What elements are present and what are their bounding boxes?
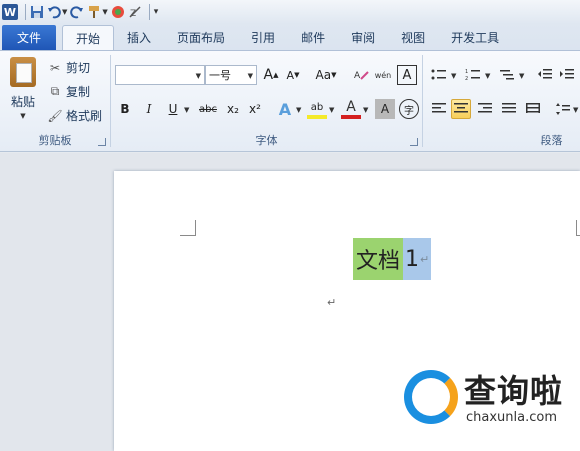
svg-text:Z: Z xyxy=(130,9,136,19)
ribbon-home: 粘贴 ▼ ✂ 剪切 ⧉ 复制 🖌 格式刷 剪贴板 ▼ 一号 ▼ A ▲ A ▼ Aa ▼… xyxy=(0,50,580,152)
tab-insert[interactable]: 插入 xyxy=(114,25,164,50)
highlighted-text[interactable]: 文档 xyxy=(353,238,404,280)
numbering-button[interactable]: 12 xyxy=(463,65,483,85)
font-color-button[interactable]: A xyxy=(341,99,361,119)
decrease-indent-button[interactable] xyxy=(535,65,555,85)
tab-view[interactable]: 视图 xyxy=(388,25,438,50)
clear-formatting-button[interactable]: A xyxy=(351,65,371,85)
align-center-button[interactable] xyxy=(451,99,471,119)
undo-icon[interactable]: ▼ xyxy=(47,2,67,22)
margin-corner-mark xyxy=(576,220,580,236)
customize-qat-icon[interactable]: ▾ xyxy=(154,2,159,22)
scissors-icon: ✂ xyxy=(49,60,61,75)
text-effect-button[interactable]: A xyxy=(275,99,295,119)
document-text[interactable]: 文档 1 ↵ xyxy=(353,238,432,280)
paste-icon xyxy=(10,57,36,87)
paste-button[interactable]: 粘贴 ▼ xyxy=(6,57,40,120)
chevron-down-icon[interactable]: ▼ xyxy=(329,106,334,114)
distributed-button[interactable] xyxy=(523,99,543,119)
change-case-button[interactable]: Aa ▼ xyxy=(313,65,339,85)
paragraph-mark: ↵ xyxy=(420,252,430,266)
tab-file[interactable]: 文件 xyxy=(2,25,56,50)
highlight-button[interactable]: ab xyxy=(307,99,327,119)
strikethrough-button[interactable]: abc xyxy=(195,99,221,119)
font-size-select[interactable]: 一号 ▼ xyxy=(205,65,257,85)
selected-text[interactable]: 1 ↵ xyxy=(403,238,432,280)
margin-corner-mark xyxy=(180,220,196,236)
quick-access-toolbar: W ▼ ▼ Z ▾ xyxy=(0,0,580,24)
subscript-button[interactable]: x₂ xyxy=(223,99,243,119)
justify-button[interactable] xyxy=(499,99,519,119)
increase-indent-button[interactable] xyxy=(557,65,577,85)
copy-button[interactable]: ⧉ 复制 xyxy=(48,83,90,100)
font-group-label: 字体 xyxy=(255,134,278,147)
word-app-icon[interactable]: W xyxy=(2,2,18,22)
clipboard-group: 粘贴 ▼ ✂ 剪切 ⧉ 复制 🖌 格式刷 剪贴板 xyxy=(0,51,110,151)
brush-icon: 🖌 xyxy=(47,108,63,123)
clipboard-launcher-icon[interactable] xyxy=(98,138,106,146)
copy-icon: ⧉ xyxy=(50,84,60,98)
svg-text:1: 1 xyxy=(465,69,468,75)
chevron-down-icon[interactable]: ▼ xyxy=(451,72,456,80)
tab-references[interactable]: 引用 xyxy=(238,25,288,50)
format-painter-button[interactable]: 🖌 格式刷 xyxy=(47,107,103,124)
color-icon[interactable] xyxy=(111,2,125,22)
character-border-button[interactable]: A xyxy=(397,65,417,85)
tab-developer[interactable]: 开发工具 xyxy=(438,25,512,50)
font-group: ▼ 一号 ▼ A ▲ A ▼ Aa ▼ A wén A B I U ▼ abc x₂ x… xyxy=(111,51,422,151)
redo-icon[interactable] xyxy=(70,2,84,22)
font-name-select[interactable]: ▼ xyxy=(115,65,205,85)
bold-button[interactable]: B xyxy=(115,99,135,119)
chevron-down-icon: ▼ xyxy=(195,72,201,80)
grow-font-button[interactable]: A ▲ xyxy=(261,65,281,85)
chevron-down-icon[interactable]: ▼ xyxy=(184,106,189,114)
copy-label: 复制 xyxy=(66,85,91,99)
clear-format-icon[interactable]: Z xyxy=(128,2,142,22)
cut-label: 剪切 xyxy=(66,61,91,75)
clipboard-group-label: 剪贴板 xyxy=(38,134,72,147)
chevron-down-icon[interactable]: ▼ xyxy=(485,72,490,80)
watermark-subtitle: chaxunla.com xyxy=(466,410,557,425)
save-icon[interactable] xyxy=(30,2,44,22)
tab-review[interactable]: 审阅 xyxy=(338,25,388,50)
font-launcher-icon[interactable] xyxy=(410,138,418,146)
ribbon-tabs: 文件 开始 插入 页面布局 引用 邮件 审阅 视图 开发工具 xyxy=(0,24,580,50)
watermark: 查询啦 chaxunla.com xyxy=(404,366,576,434)
shrink-font-button[interactable]: A ▼ xyxy=(283,65,303,85)
character-shading-button[interactable]: A xyxy=(375,99,395,119)
qat-separator-2 xyxy=(148,4,150,20)
format-painter-icon[interactable]: ▼ xyxy=(87,2,108,22)
chevron-down-icon[interactable]: ▼ xyxy=(573,106,578,114)
watermark-logo-icon xyxy=(404,370,458,424)
tab-mailings[interactable]: 邮件 xyxy=(288,25,338,50)
tab-page-layout[interactable]: 页面布局 xyxy=(164,25,238,50)
paragraph-mark: ↵ xyxy=(327,296,337,309)
bullets-button[interactable] xyxy=(429,65,449,85)
paste-label: 粘贴 xyxy=(10,95,35,109)
format-painter-label: 格式刷 xyxy=(66,109,103,123)
cut-button[interactable]: ✂ 剪切 xyxy=(48,59,90,76)
chevron-down-icon[interactable]: ▼ xyxy=(363,106,368,114)
chevron-down-icon: ▼ xyxy=(247,72,253,80)
watermark-title: 查询啦 xyxy=(464,372,564,410)
phonetic-guide-button[interactable]: wén xyxy=(373,65,393,85)
paragraph-group: ▼ 12 ▼ ▼ ▼ 段落 xyxy=(423,51,580,151)
chevron-down-icon[interactable]: ▼ xyxy=(519,72,524,80)
paragraph-group-label: 段落 xyxy=(540,134,563,147)
tab-home[interactable]: 开始 xyxy=(62,25,115,50)
superscript-button[interactable]: x² xyxy=(245,99,265,119)
line-spacing-button[interactable] xyxy=(553,99,573,119)
enclose-characters-button[interactable]: 字 xyxy=(399,99,419,119)
svg-text:2: 2 xyxy=(465,76,468,82)
qat-separator xyxy=(25,4,26,20)
italic-button[interactable]: I xyxy=(139,99,159,119)
align-left-button[interactable] xyxy=(429,99,449,119)
multilevel-list-button[interactable] xyxy=(497,65,517,85)
underline-button[interactable]: U xyxy=(163,99,183,119)
align-right-button[interactable] xyxy=(475,99,495,119)
svg-text:A: A xyxy=(354,71,361,81)
chevron-down-icon[interactable]: ▼ xyxy=(296,106,301,114)
